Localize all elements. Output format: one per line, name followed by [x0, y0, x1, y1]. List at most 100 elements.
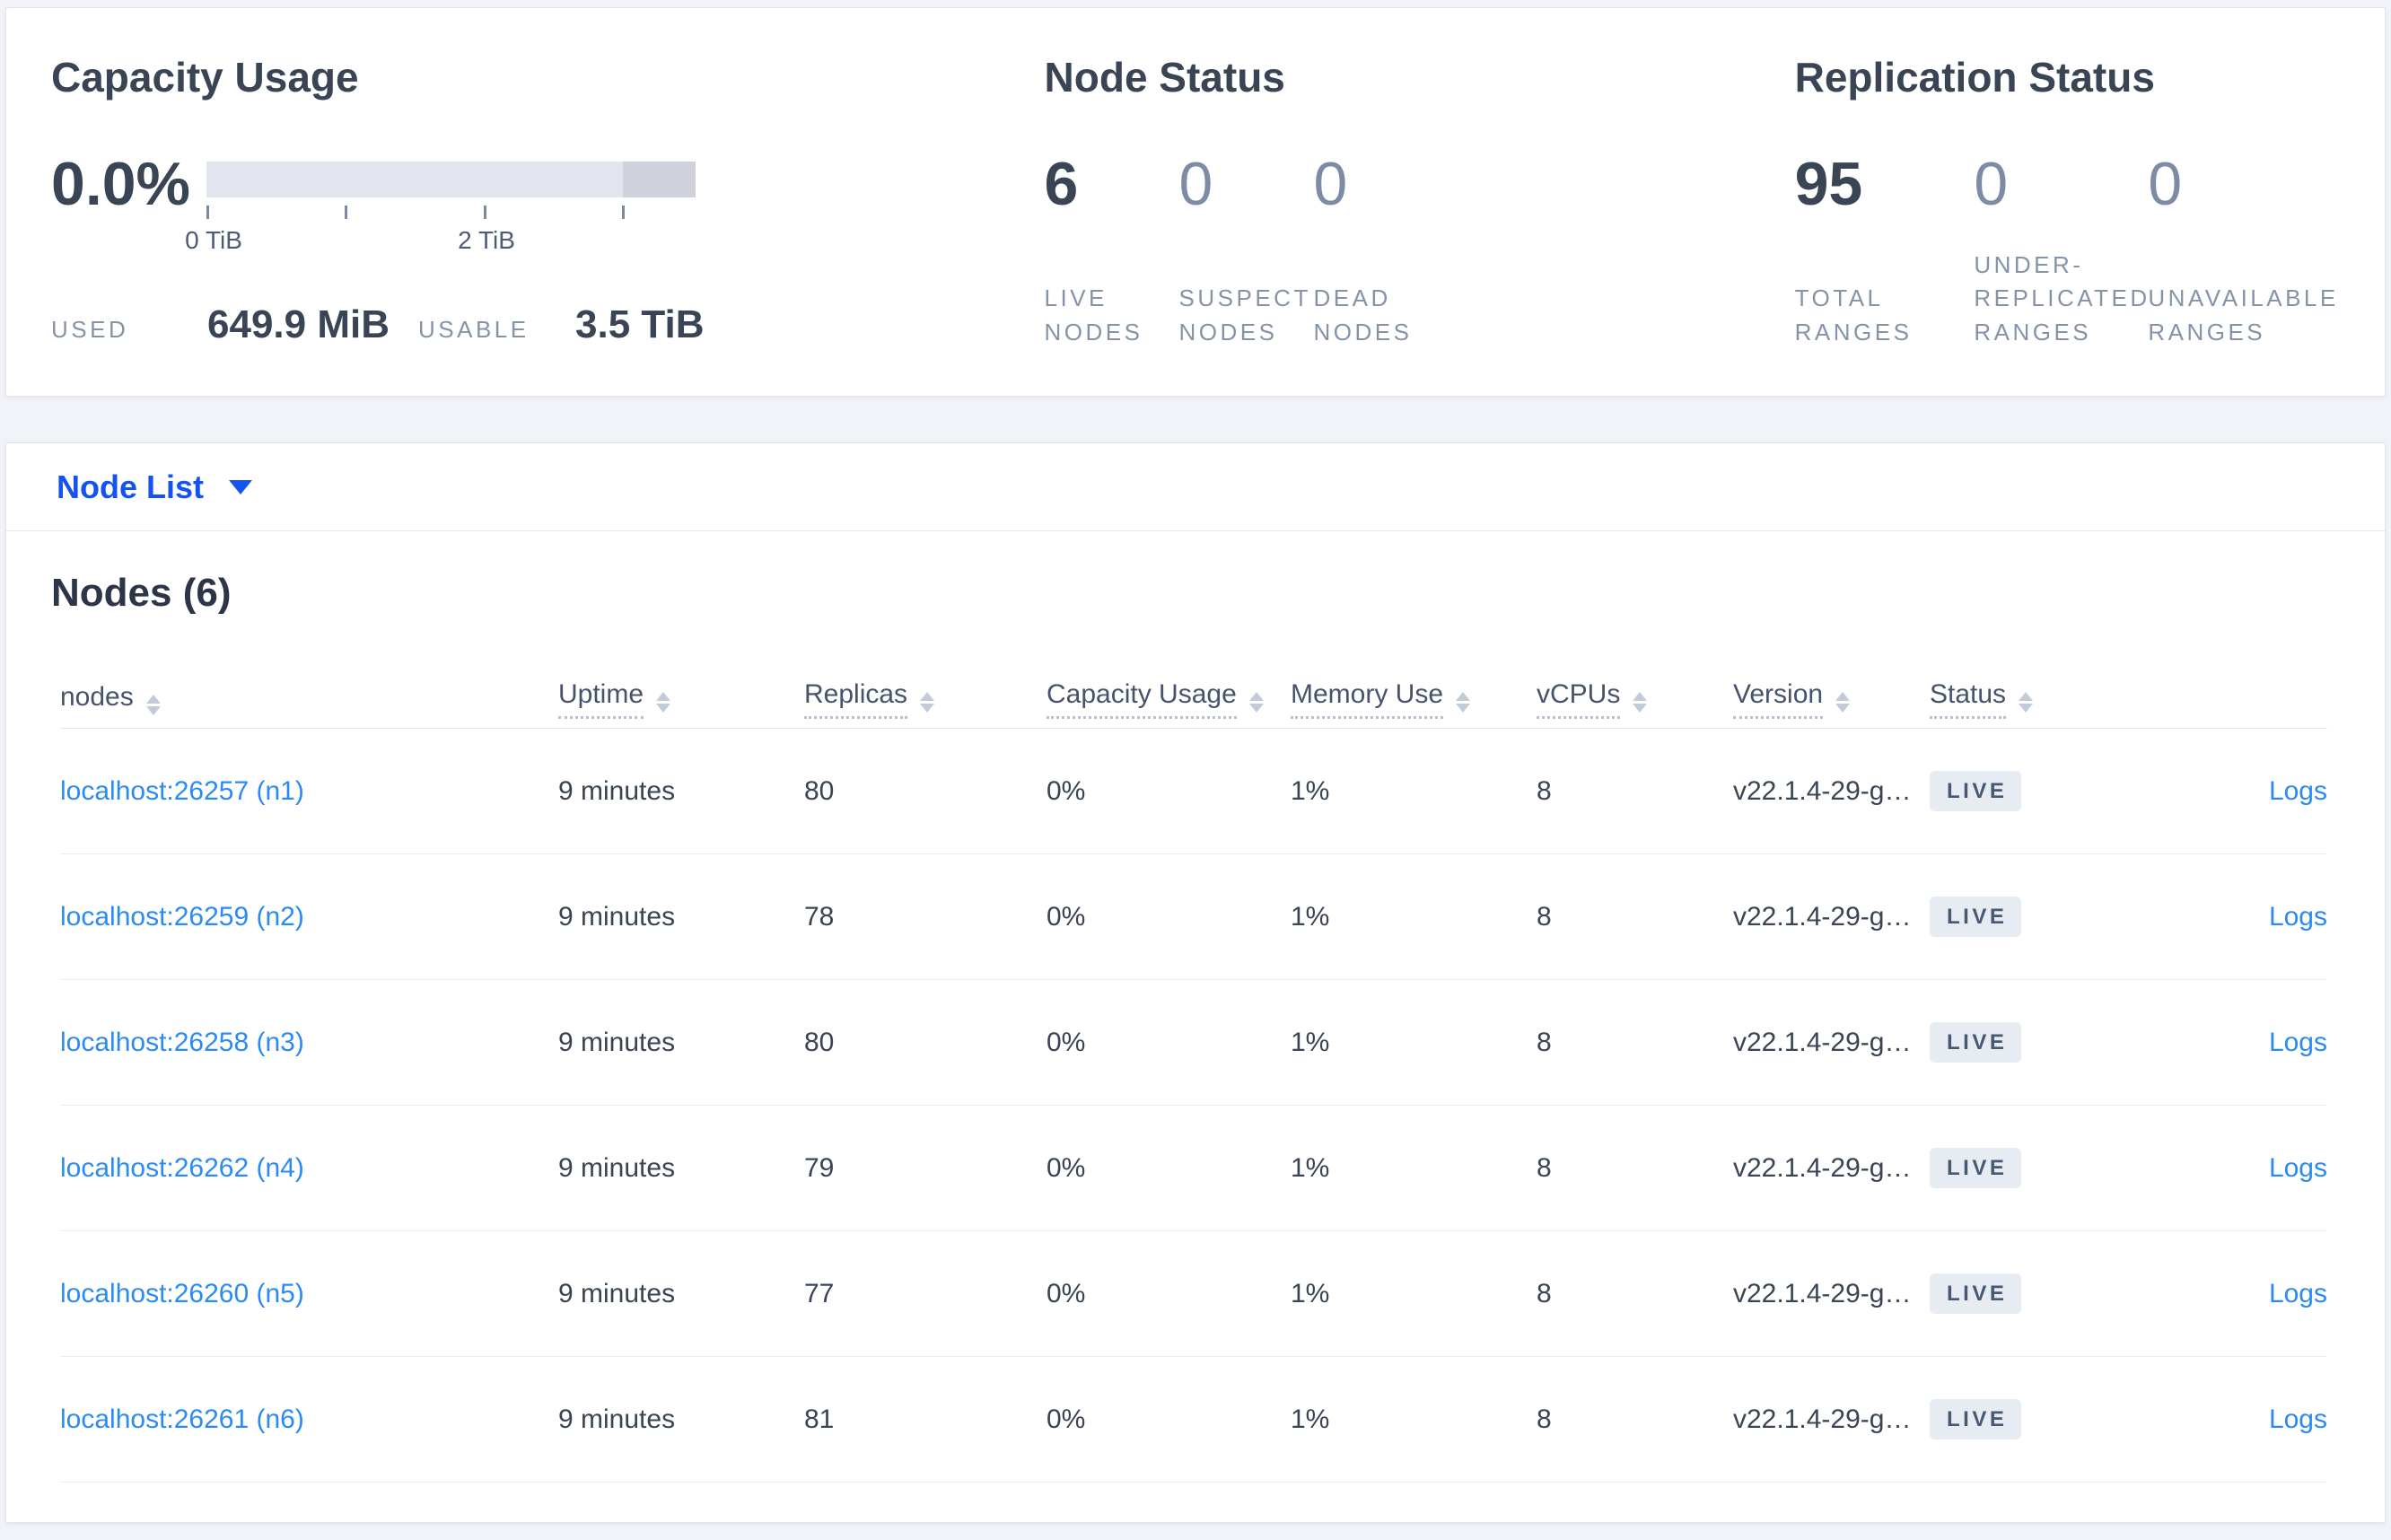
status-badge: LIVE [1930, 1022, 2022, 1063]
logs-link[interactable]: Logs [2269, 1404, 2327, 1434]
memory-cell: 1% [1291, 1404, 1330, 1434]
logs-link[interactable]: Logs [2269, 1153, 2327, 1183]
column-header-capacity-usage[interactable]: Capacity Usage [1047, 679, 1291, 719]
vcpus-cell: 8 [1537, 1027, 1552, 1057]
node-status-title: Node Status [1044, 54, 1285, 101]
used-label: USED [51, 316, 129, 343]
table-row: localhost:26258 (n3) 9 minutes 80 0% 1% … [60, 980, 2327, 1106]
node-list-card: Node List Nodes (6) nodes Uptime Replica… [5, 442, 2386, 1523]
sort-icon [1835, 691, 1851, 713]
memory-cell: 1% [1291, 1278, 1330, 1308]
capacity-usage-title: Capacity Usage [51, 54, 359, 101]
axis-tick-label: 0 TiB [185, 225, 242, 254]
logs-link[interactable]: Logs [2269, 1028, 2327, 1057]
version-cell: v22.1.4-29-g… [1733, 1278, 1912, 1308]
usable-value: 3.5 TiB [575, 302, 705, 346]
vcpus-cell: 8 [1537, 901, 1552, 932]
uptime-cell: 9 minutes [558, 1152, 676, 1183]
node-link[interactable]: localhost:26262 (n4) [60, 1153, 304, 1183]
capacity-cell: 0% [1047, 901, 1086, 932]
column-header-replicas[interactable]: Replicas [804, 679, 1047, 719]
axis-tick [206, 205, 209, 219]
uptime-cell: 9 minutes [558, 1404, 676, 1434]
replicas-cell: 79 [804, 1152, 835, 1183]
sort-icon [1456, 691, 1471, 713]
version-cell: v22.1.4-29-g… [1733, 1152, 1912, 1183]
capacity-used-percent: 0.0% [51, 149, 190, 218]
sort-icon [1633, 691, 1648, 713]
axis-tick [622, 205, 625, 219]
memory-cell: 1% [1291, 775, 1330, 806]
column-header-status[interactable]: Status [1930, 679, 2154, 719]
total-ranges-label: TOTAL RANGES [1794, 284, 1913, 346]
replicas-cell: 80 [804, 775, 835, 806]
version-cell: v22.1.4-29-g… [1733, 775, 1912, 806]
unavailable-ranges-stat: 0 UNAVAILABLE RANGES [2148, 149, 2340, 350]
node-list-dropdown[interactable]: Node List [57, 468, 253, 506]
column-header-version[interactable]: Version [1733, 679, 1930, 719]
table-row: localhost:26261 (n6) 9 minutes 81 0% 1% … [60, 1357, 2327, 1483]
unavailable-ranges-value: 0 [2148, 149, 2183, 218]
vcpus-cell: 8 [1537, 1404, 1552, 1434]
sort-icon [2019, 691, 2034, 713]
nodes-table-title: Nodes (6) [51, 571, 232, 615]
node-link[interactable]: localhost:26260 (n5) [60, 1279, 304, 1308]
table-row: localhost:26257 (n1) 9 minutes 80 0% 1% … [60, 729, 2327, 854]
status-badge: LIVE [1930, 897, 2022, 937]
status-badge: LIVE [1930, 1399, 2022, 1439]
under-replicated-ranges-value: 0 [1974, 149, 2009, 218]
replication-status-title: Replication Status [1794, 54, 2155, 101]
status-badge: LIVE [1930, 1273, 2022, 1314]
used-value: 649.9 MiB [207, 302, 390, 346]
column-header-vcpus[interactable]: vCPUs [1537, 679, 1733, 719]
capacity-gauge-segment [623, 161, 696, 197]
node-link[interactable]: localhost:26259 (n2) [60, 902, 304, 932]
axis-tick-label: 2 TiB [458, 225, 515, 254]
uptime-cell: 9 minutes [558, 901, 676, 932]
cluster-summary-card: Capacity Usage 0.0% 0 TiB 2 TiB USED 649… [5, 7, 2386, 397]
total-ranges-stat: 95 TOTAL RANGES [1794, 149, 1975, 350]
logs-link[interactable]: Logs [2269, 1279, 2327, 1308]
logs-link[interactable]: Logs [2269, 902, 2327, 932]
chevron-down-icon [229, 479, 253, 494]
node-list-dropdown-label: Node List [57, 468, 205, 505]
capacity-cell: 0% [1047, 1152, 1086, 1183]
sort-icon [920, 691, 935, 713]
capacity-usage-section: Capacity Usage 0.0% 0 TiB 2 TiB USED 649… [51, 55, 1045, 347]
version-cell: v22.1.4-29-g… [1733, 1027, 1912, 1057]
uptime-cell: 9 minutes [558, 775, 676, 806]
unavailable-ranges-label: UNAVAILABLE RANGES [2148, 284, 2339, 346]
total-ranges-value: 95 [1794, 149, 1863, 218]
node-link[interactable]: localhost:26258 (n3) [60, 1028, 304, 1057]
suspect-nodes-value: 0 [1178, 149, 1213, 218]
vcpus-cell: 8 [1537, 775, 1552, 806]
version-cell: v22.1.4-29-g… [1733, 1404, 1912, 1434]
capacity-cell: 0% [1047, 775, 1086, 806]
dead-nodes-stat: 0 DEAD NODES [1313, 152, 1458, 350]
table-row: localhost:26259 (n2) 9 minutes 78 0% 1% … [60, 854, 2327, 980]
table-row: localhost:26262 (n4) 9 minutes 79 0% 1% … [60, 1106, 2327, 1231]
axis-tick [484, 205, 486, 219]
nodes-table: nodes Uptime Replicas Capacity Usage Mem… [6, 669, 2385, 1483]
status-badge: LIVE [1930, 1148, 2022, 1188]
capacity-gauge: 0 TiB 2 TiB [185, 161, 696, 269]
logs-link[interactable]: Logs [2269, 776, 2327, 806]
under-replicated-ranges-label: UNDER-REPLICATED RANGES [1974, 250, 2150, 346]
column-header-memory-use[interactable]: Memory Use [1291, 679, 1537, 719]
suspect-nodes-label: SUSPECT NODES [1178, 284, 1311, 346]
node-link[interactable]: localhost:26261 (n6) [60, 1404, 304, 1434]
sort-icon [1248, 691, 1264, 713]
under-replicated-ranges-stat: 0 UNDER-REPLICATED RANGES [1974, 149, 2150, 350]
replicas-cell: 77 [804, 1278, 835, 1308]
column-header-nodes[interactable]: nodes [60, 682, 558, 715]
column-header-uptime[interactable]: Uptime [558, 679, 804, 719]
table-header-row: nodes Uptime Replicas Capacity Usage Mem… [60, 669, 2327, 729]
capacity-cell: 0% [1047, 1278, 1086, 1308]
status-badge: LIVE [1930, 771, 2022, 811]
dead-nodes-label: DEAD NODES [1313, 284, 1413, 346]
vcpus-cell: 8 [1537, 1278, 1552, 1308]
node-link[interactable]: localhost:26257 (n1) [60, 776, 304, 806]
capacity-gauge-area: 0.0% 0 TiB 2 TiB USED 649.9 MiB USABLE 3… [51, 149, 1045, 347]
uptime-cell: 9 minutes [558, 1027, 676, 1057]
axis-tick [345, 205, 347, 219]
